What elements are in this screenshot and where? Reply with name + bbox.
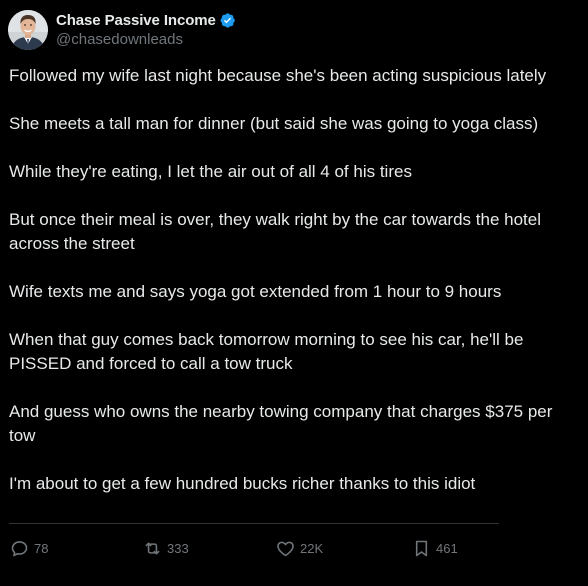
- bookmark-button[interactable]: 461: [411, 536, 458, 560]
- repost-count: 333: [167, 540, 189, 556]
- tweet-text: Followed my wife last night because she'…: [9, 64, 579, 496]
- verified-badge-icon[interactable]: [219, 12, 236, 29]
- tweet-paragraph: While they're eating, I let the air out …: [9, 162, 412, 181]
- reply-button[interactable]: 78: [9, 536, 48, 560]
- tweet-actions: 78 333 22K 461: [9, 536, 499, 560]
- author-handle[interactable]: @chasedownleads: [56, 30, 236, 50]
- like-button[interactable]: 22K: [275, 536, 323, 560]
- tweet-paragraph: Wife texts me and says yoga got extended…: [9, 282, 502, 301]
- repost-button[interactable]: 333: [142, 536, 189, 560]
- reply-count: 78: [34, 540, 49, 556]
- reply-icon: [11, 540, 28, 556]
- author-names: Chase Passive Income @chasedownleads: [56, 10, 236, 50]
- tweet-paragraph: When that guy comes back tomorrow mornin…: [9, 330, 524, 373]
- display-name-row: Chase Passive Income: [56, 10, 236, 30]
- repost-icon: [145, 541, 160, 555]
- heart-icon: [277, 541, 294, 556]
- tweet-paragraph: But once their meal is over, they walk r…: [9, 210, 541, 253]
- tweet-card[interactable]: Chase Passive Income @chasedownleads Fol…: [0, 0, 588, 586]
- tweet-paragraph: She meets a tall man for dinner (but sai…: [9, 114, 539, 133]
- tweet-paragraph: Followed my wife last night because she'…: [9, 66, 547, 85]
- tweet-header: Chase Passive Income @chasedownleads: [8, 8, 236, 52]
- display-name[interactable]: Chase Passive Income: [56, 12, 216, 29]
- avatar-image: [8, 10, 48, 50]
- tweet-paragraph: And guess who owns the nearby towing com…: [9, 402, 553, 445]
- tweet-paragraph: I'm about to get a few hundred bucks ric…: [9, 474, 476, 493]
- actions-divider: [9, 523, 499, 524]
- like-count: 22K: [300, 540, 324, 556]
- bookmark-icon: [415, 540, 428, 556]
- bookmark-count: 461: [436, 540, 458, 556]
- avatar[interactable]: [8, 10, 48, 50]
